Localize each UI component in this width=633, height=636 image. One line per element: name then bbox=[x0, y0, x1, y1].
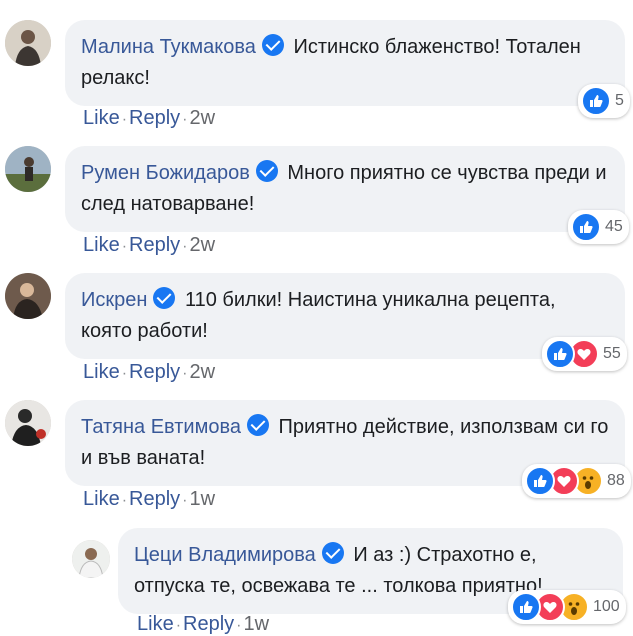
like-reaction-icon bbox=[545, 339, 575, 369]
avatar[interactable] bbox=[5, 273, 51, 319]
like-link[interactable]: Like bbox=[83, 107, 120, 129]
reply-link[interactable]: Reply bbox=[129, 488, 180, 510]
author-name[interactable]: Малина Тукмакова bbox=[81, 36, 256, 58]
timestamp[interactable]: 2w bbox=[190, 234, 216, 256]
timestamp[interactable]: 2w bbox=[190, 361, 216, 383]
verified-badge-icon bbox=[321, 542, 344, 564]
separator: · bbox=[236, 617, 242, 634]
author-name[interactable]: Татяна Евтимова bbox=[81, 416, 241, 438]
separator: · bbox=[121, 111, 128, 128]
avatar[interactable] bbox=[5, 146, 51, 192]
like-reaction-icon bbox=[525, 466, 555, 496]
reaction-summary[interactable]: 5 bbox=[578, 84, 630, 118]
like-link[interactable]: Like bbox=[83, 361, 120, 383]
avatar-photo bbox=[5, 273, 51, 319]
reaction-summary[interactable]: 100 bbox=[508, 590, 626, 624]
reaction-summary[interactable]: 55 bbox=[542, 337, 627, 371]
reaction-count: 88 bbox=[607, 472, 625, 489]
like-reaction-icon bbox=[581, 86, 611, 116]
avatar-photo bbox=[5, 400, 51, 446]
separator: · bbox=[121, 365, 128, 382]
like-reaction-icon bbox=[571, 212, 601, 242]
reaction-count: 55 bbox=[603, 345, 621, 362]
separator: · bbox=[182, 238, 188, 255]
author-name[interactable]: Румен Божидаров bbox=[81, 162, 250, 184]
reply-link[interactable]: Reply bbox=[129, 234, 180, 256]
reply-link[interactable]: Reply bbox=[129, 361, 180, 383]
separator: · bbox=[121, 238, 128, 255]
avatar-photo bbox=[72, 540, 110, 578]
reaction-summary[interactable]: 45 bbox=[568, 210, 629, 244]
comment-bubble: Румен Божидаров Много приятно се чувства… bbox=[65, 146, 625, 232]
separator: · bbox=[182, 111, 188, 128]
timestamp[interactable]: 1w bbox=[190, 488, 216, 510]
timestamp[interactable]: 2w bbox=[190, 107, 216, 129]
avatar-photo bbox=[5, 20, 51, 66]
verified-badge-icon bbox=[153, 287, 176, 309]
comment-actions: Like · Reply · 1w bbox=[137, 613, 269, 636]
verified-badge-icon bbox=[255, 160, 278, 182]
comment-actions: Like · Reply · 2w bbox=[83, 107, 215, 130]
verified-badge-icon bbox=[246, 414, 269, 436]
avatar[interactable] bbox=[5, 400, 51, 446]
avatar[interactable] bbox=[5, 20, 51, 66]
separator: · bbox=[121, 492, 128, 509]
like-reaction-icon bbox=[511, 592, 541, 622]
reply-link[interactable]: Reply bbox=[129, 107, 180, 129]
reaction-count: 5 bbox=[615, 92, 624, 109]
comment-actions: Like · Reply · 1w bbox=[83, 488, 215, 511]
like-link[interactable]: Like bbox=[83, 488, 120, 510]
avatar[interactable] bbox=[72, 540, 110, 578]
comment-bubble: Искрен 110 билки! Наистина уникална реце… bbox=[65, 273, 625, 359]
like-link[interactable]: Like bbox=[83, 234, 120, 256]
avatar-photo bbox=[5, 146, 51, 192]
verified-badge-icon bbox=[261, 34, 284, 56]
comment-actions: Like · Reply · 2w bbox=[83, 234, 215, 257]
separator: · bbox=[175, 617, 182, 634]
comment-bubble: Малина Тукмакова Истинско блаженство! То… bbox=[65, 20, 625, 106]
reaction-count: 45 bbox=[605, 218, 623, 235]
reaction-count: 100 bbox=[593, 598, 620, 615]
comment-actions: Like · Reply · 2w bbox=[83, 361, 215, 384]
comment-text: 110 билки! Наистина уникална рецепта, ко… bbox=[81, 289, 556, 342]
author-name[interactable]: Цеци Владимирова bbox=[134, 544, 316, 566]
reaction-summary[interactable]: 88 bbox=[522, 464, 631, 498]
separator: · bbox=[182, 492, 188, 509]
author-name[interactable]: Искрен bbox=[81, 289, 147, 311]
separator: · bbox=[182, 365, 188, 382]
